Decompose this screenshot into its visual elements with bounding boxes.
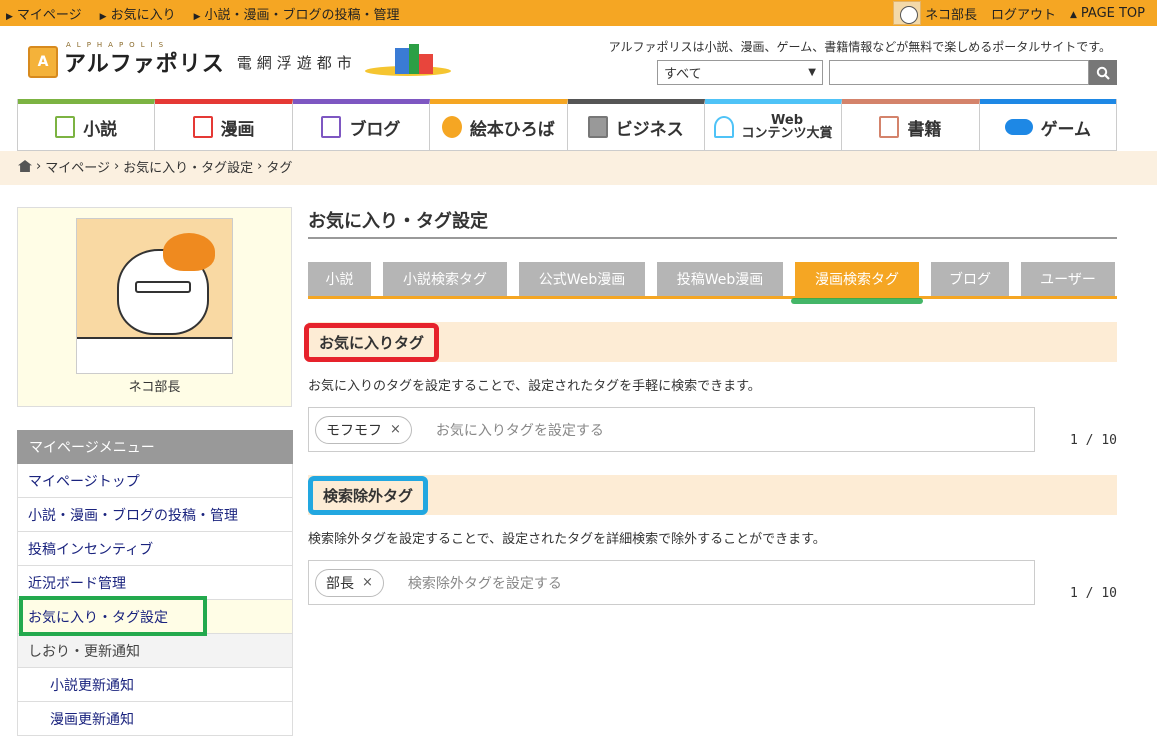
tab-posted-web-manga[interactable]: 投稿Web漫画 — [657, 262, 783, 296]
picture-book-icon — [441, 116, 462, 138]
favorite-tags-count: 1 / 10 — [1070, 433, 1117, 448]
topbar-link-mypage[interactable]: ▶ マイページ — [6, 4, 82, 23]
breadcrumb: › マイページ › お気に入り・タグ設定 › タグ — [18, 151, 292, 181]
profile-avatar[interactable] — [76, 218, 233, 374]
menu-item-status-board[interactable]: 近況ボード管理 — [17, 566, 293, 600]
user-name: ネコ部長 — [925, 7, 977, 23]
city-illustration-icon — [364, 44, 455, 80]
logo-icon: A — [28, 46, 58, 78]
logo-name: アルファポリス — [64, 51, 225, 77]
topbar-link-post-manage[interactable]: ▶ 小説・漫画・ブログの投稿・管理 — [194, 4, 400, 23]
logout-link[interactable]: ログアウト — [991, 4, 1056, 23]
category-blog[interactable]: ブログ — [292, 99, 431, 150]
menu-item-favorites-tags[interactable]: お気に入り・タグ設定 — [17, 596, 293, 636]
tab-blog[interactable]: ブログ — [931, 262, 1009, 296]
profile-name: ネコ部長 — [128, 380, 181, 395]
category-picture-book[interactable]: 絵本ひろば — [430, 99, 568, 150]
tag-chip: モフモフ × — [315, 415, 412, 444]
search-icon — [1096, 66, 1110, 80]
breadcrumb-mypage[interactable]: マイページ — [45, 157, 110, 176]
page-title: お気に入り・タグ設定 — [308, 207, 1117, 239]
exclude-tags-description: 検索除外タグを設定することで、設定されたタグを詳細検索で除外することができます。 — [308, 532, 826, 547]
category-nav: 小説 漫画 ブログ 絵本ひろば ビジネス Web コンテンツ大賞 書籍 ゲーム — [17, 99, 1117, 151]
menu-title: マイページメニュー — [17, 430, 293, 464]
exclude-tags-input[interactable]: 部長 × 検索除外タグを設定する — [308, 560, 1035, 605]
book-icon — [879, 116, 900, 138]
user-menu[interactable]: ネコ部長 — [893, 1, 977, 25]
menu-group-bookmarks: しおり・更新通知 — [17, 634, 293, 668]
site-header: ALPHAPOLIS A アルファポリス 電網浮遊都市 アルファポリスは小説、漫… — [0, 26, 1157, 98]
tab-novel[interactable]: 小説 — [308, 262, 371, 296]
breadcrumb-favorites-tags[interactable]: お気に入り・タグ設定 — [123, 157, 253, 176]
menu-item-incentive[interactable]: 投稿インセンティブ — [17, 532, 293, 566]
favorite-tags-heading: お気に入りタグ — [304, 322, 440, 362]
logo-subtitle: 電網浮遊都市 — [236, 53, 357, 72]
exclude-tags-count: 1 / 10 — [1070, 586, 1117, 601]
trophy-icon — [713, 116, 734, 138]
remove-tag-icon[interactable]: × — [390, 422, 401, 437]
exclude-tags-placeholder: 検索除外タグを設定する — [407, 575, 562, 592]
mypage-menu: マイページメニュー マイページトップ 小説・漫画・ブログの投稿・管理 投稿インセ… — [17, 430, 293, 736]
triangle-icon: ▶ — [193, 11, 201, 22]
avatar — [893, 1, 922, 25]
bar-chart-icon — [587, 116, 608, 138]
category-books[interactable]: 書籍 — [842, 99, 980, 150]
remove-tag-icon[interactable]: × — [362, 575, 373, 590]
triangle-icon: ▶ — [6, 11, 13, 22]
breadcrumb-bar: › マイページ › お気に入り・タグ設定 › タグ — [0, 151, 1157, 185]
top-bar: ▶ マイページ ▶ お気に入り ▶ 小説・漫画・ブログの投稿・管理 ネコ部長 ログアウ… — [0, 0, 1157, 26]
favorite-tags-placeholder: お気に入りタグを設定する — [435, 422, 604, 439]
triangle-icon: ▶ — [99, 11, 107, 22]
manga-icon — [192, 116, 213, 138]
search-input[interactable] — [829, 60, 1089, 85]
search-category-select[interactable]: すべて ▼ — [657, 60, 823, 85]
annotation-green-underline — [791, 298, 923, 304]
site-logo[interactable]: A アルファポリス 電網浮遊都市 — [28, 44, 455, 80]
site-tagline: アルファポリスは小説、漫画、ゲーム、書籍情報などが無料で楽しめるポータルサイトで… — [608, 40, 1111, 54]
caret-up-icon: ▲ — [1069, 9, 1077, 20]
breadcrumb-current: タグ — [266, 160, 293, 176]
search-button[interactable] — [1089, 60, 1117, 85]
favorite-tags-input[interactable]: モフモフ × お気に入りタグを設定する — [308, 407, 1035, 452]
tab-official-web-manga[interactable]: 公式Web漫画 — [519, 262, 645, 296]
favorite-tags-header: お気に入りタグ — [304, 322, 1117, 362]
exclude-tags-header: 検索除外タグ — [308, 475, 1117, 515]
dropdown-arrow-icon: ▼ — [808, 67, 816, 78]
blog-icon — [321, 116, 342, 138]
search-bar: すべて ▼ — [657, 60, 1117, 85]
page-top-link[interactable]: ▲ PAGE TOP — [1070, 6, 1145, 21]
home-icon[interactable] — [18, 160, 32, 172]
category-business[interactable]: ビジネス — [567, 99, 705, 150]
tab-novel-search-tags[interactable]: 小説検索タグ — [383, 262, 507, 296]
category-novel[interactable]: 小説 — [18, 99, 156, 150]
main-content: お気に入り・タグ設定 小説 小説検索タグ 公式Web漫画 投稿Web漫画 漫画検… — [304, 207, 1117, 605]
gamepad-icon — [1004, 119, 1033, 135]
category-manga[interactable]: 漫画 — [155, 99, 293, 150]
novel-icon — [55, 116, 76, 138]
tag-chip: 部長 × — [315, 568, 384, 597]
tab-manga-search-tags[interactable]: 漫画検索タグ — [791, 262, 923, 304]
tag-tabs: 小説 小説検索タグ 公式Web漫画 投稿Web漫画 漫画検索タグ ブログ ユーザ… — [308, 262, 1117, 304]
topbar-link-favorites[interactable]: ▶ お気に入り — [100, 4, 176, 23]
exclude-tags-heading: 検索除外タグ — [308, 475, 429, 515]
category-web-contents-award[interactable]: Web コンテンツ大賞 — [704, 99, 843, 150]
menu-item-novel-updates[interactable]: 小説更新通知 — [17, 668, 293, 702]
favorite-tags-description: お気に入りのタグを設定することで、設定されたタグを手軽に検索できます。 — [308, 379, 761, 394]
menu-item-manga-updates[interactable]: 漫画更新通知 — [17, 702, 293, 736]
category-game[interactable]: ゲーム — [979, 99, 1116, 150]
tab-user[interactable]: ユーザー — [1021, 262, 1115, 296]
annotation-green-box — [19, 596, 207, 636]
profile-card: ネコ部長 — [17, 207, 292, 407]
menu-item-post-manage[interactable]: 小説・漫画・ブログの投稿・管理 — [17, 498, 293, 532]
menu-item-mypage-top[interactable]: マイページトップ — [17, 464, 293, 498]
